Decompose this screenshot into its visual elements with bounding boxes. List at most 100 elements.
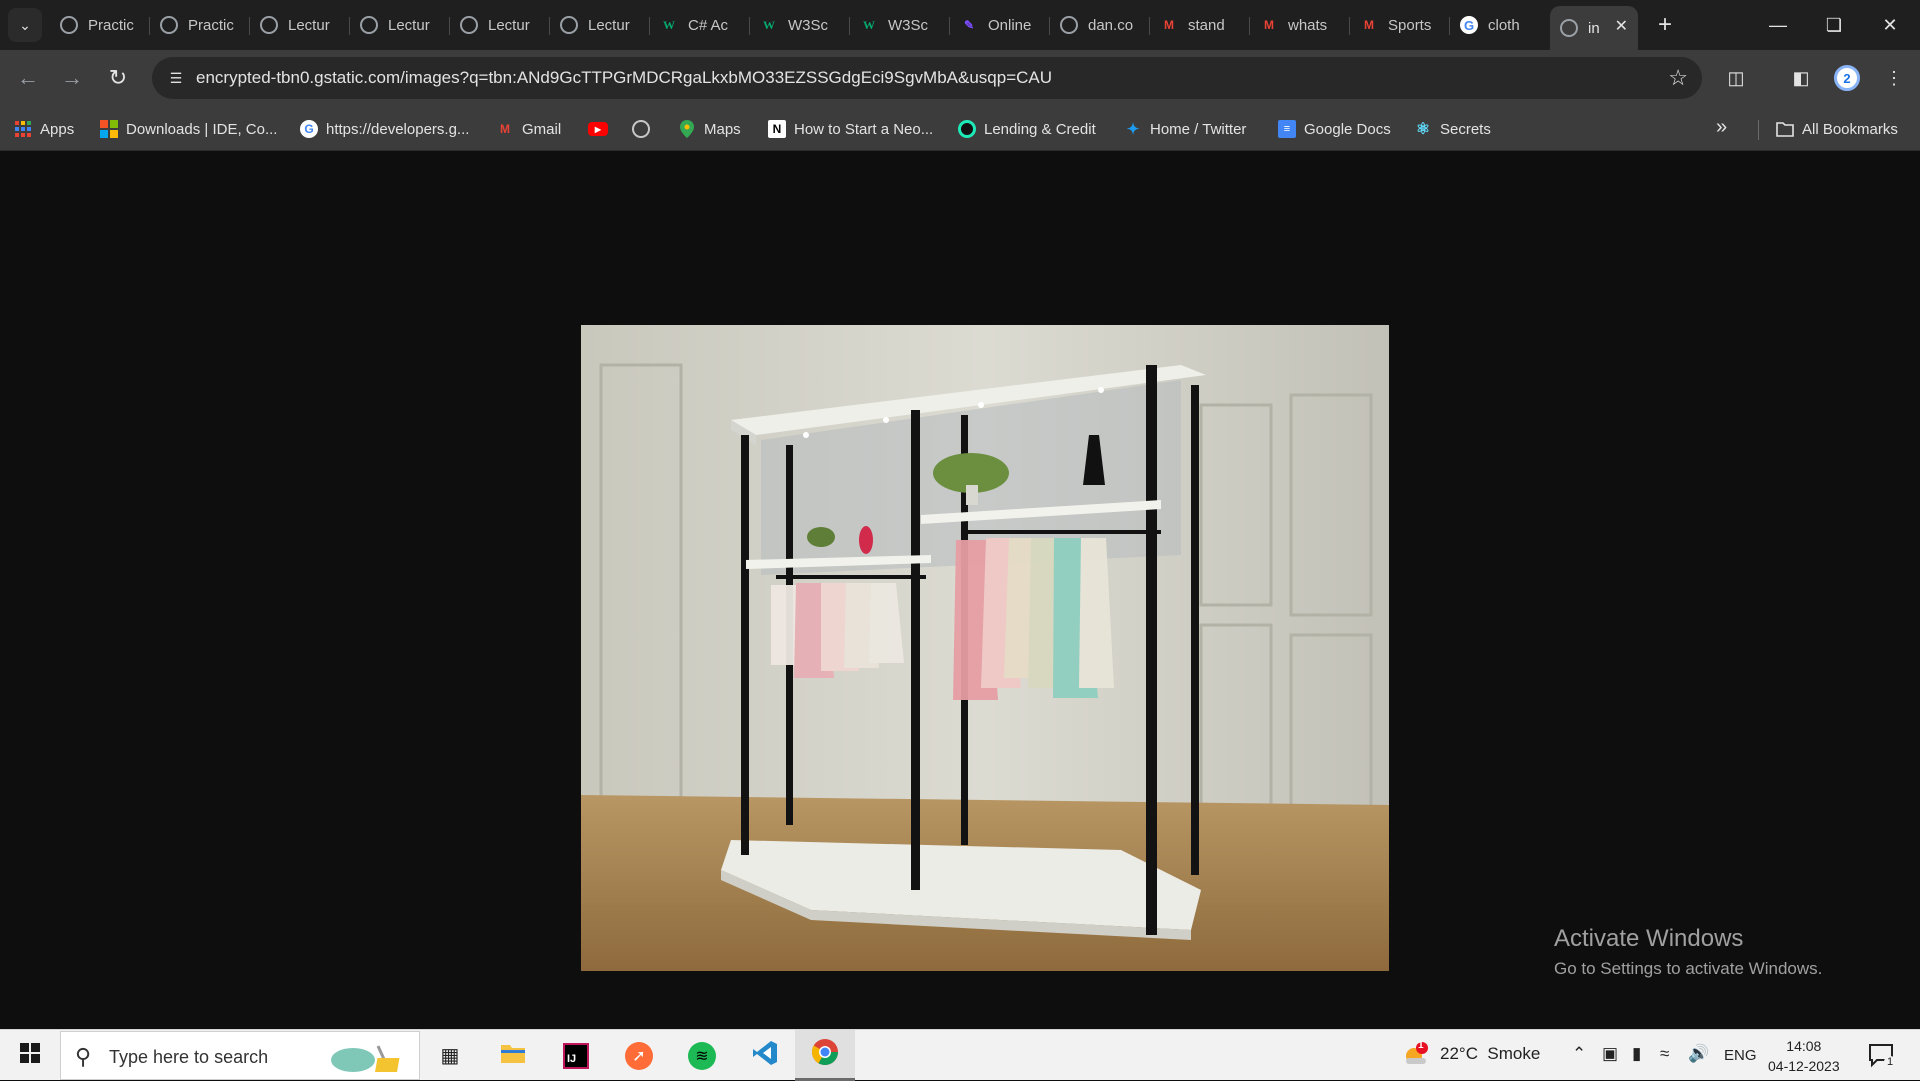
restore-button[interactable]: ❏ bbox=[1806, 0, 1862, 50]
close-tab-icon[interactable]: ✕ bbox=[1615, 16, 1628, 36]
tab-title: whats bbox=[1288, 16, 1328, 34]
postman-icon: ➚ bbox=[625, 1041, 653, 1070]
clock-date: 04-12-2023 bbox=[1768, 1058, 1840, 1074]
tab[interactable]: ✎ Online bbox=[950, 6, 1050, 44]
tab[interactable]: W C# Ac bbox=[650, 6, 750, 44]
folder-icon bbox=[500, 1042, 526, 1069]
tab[interactable]: M stand bbox=[1150, 6, 1250, 44]
intellij-button[interactable]: IJ bbox=[546, 1030, 606, 1081]
windows-start-icon bbox=[20, 1043, 40, 1068]
new-tab-button[interactable]: + bbox=[1648, 8, 1682, 42]
language-indicator[interactable]: ENG bbox=[1724, 1047, 1757, 1064]
forward-button[interactable]: → bbox=[54, 60, 90, 96]
all-bookmarks-button[interactable]: All Bookmarks bbox=[1776, 116, 1898, 142]
tab[interactable]: Practic bbox=[150, 6, 250, 44]
reload-button[interactable]: ↻ bbox=[100, 60, 136, 96]
weather-text[interactable]: 22°C Smoke bbox=[1440, 1044, 1540, 1064]
watermark-title: Activate Windows bbox=[1554, 925, 1744, 952]
bookmark-label: Maps bbox=[704, 120, 741, 138]
bookmark-lending[interactable]: Lending & Credit bbox=[958, 116, 1096, 142]
bookmark-apps[interactable]: Apps bbox=[14, 116, 74, 142]
clock[interactable]: 14:08 04-12-2023 bbox=[1768, 1036, 1840, 1076]
address-bar[interactable]: ☰ encrypted-tbn0.gstatic.com/images?q=tb… bbox=[152, 57, 1702, 99]
bookmark-youtube[interactable]: ▶ bbox=[588, 116, 616, 142]
docs-icon: ≡ bbox=[1278, 120, 1296, 138]
bookmarks-divider bbox=[1758, 120, 1759, 140]
bookmark-downloads[interactable]: Downloads | IDE, Co... bbox=[100, 116, 277, 142]
bookmark-gmail[interactable]: M Gmail bbox=[496, 116, 561, 142]
bookmark-notion[interactable]: N How to Start a Neo... bbox=[768, 116, 933, 142]
tab[interactable]: Lectur bbox=[450, 6, 550, 44]
tab[interactable]: M whats bbox=[1250, 6, 1350, 44]
tab[interactable]: Practic bbox=[50, 6, 150, 44]
close-window-button[interactable]: ✕ bbox=[1862, 0, 1918, 50]
tab[interactable]: M Sports bbox=[1350, 6, 1450, 44]
clothing-rack-image[interactable] bbox=[581, 325, 1389, 971]
bookmark-maps[interactable]: Maps bbox=[678, 116, 741, 142]
bookmark-twitter[interactable]: ✦ Home / Twitter bbox=[1124, 116, 1247, 142]
weather-badge: 1 bbox=[1418, 1040, 1424, 1051]
file-explorer-button[interactable] bbox=[483, 1030, 543, 1081]
tab[interactable]: G cloth bbox=[1450, 6, 1550, 44]
minimize-button[interactable]: — bbox=[1750, 0, 1806, 50]
globe-icon bbox=[632, 120, 650, 138]
profile-avatar[interactable]: 2 bbox=[1834, 65, 1860, 91]
task-view-button[interactable]: ▦ bbox=[420, 1030, 480, 1081]
globe-icon bbox=[360, 16, 378, 34]
vscode-button[interactable] bbox=[735, 1030, 795, 1081]
tab[interactable]: Lectur bbox=[350, 6, 450, 44]
site-info-button[interactable]: ☰ bbox=[162, 64, 190, 92]
tab-strip: ⌄ Practic Practic Lectur Lectur Lectur L… bbox=[0, 0, 1920, 50]
taskbar-search-input[interactable]: ⚲ Type here to search bbox=[60, 1031, 420, 1080]
postman-button[interactable]: ➚ bbox=[609, 1030, 669, 1081]
notification-center-icon[interactable]: 1 bbox=[1868, 1042, 1897, 1073]
search-highlight-bowl-icon bbox=[323, 1038, 413, 1081]
tab[interactable]: dan.co bbox=[1050, 6, 1150, 44]
battery-icon[interactable]: ▮ bbox=[1632, 1044, 1641, 1064]
bookmark-label: How to Start a Neo... bbox=[794, 120, 934, 138]
spotify-button[interactable]: ≋ bbox=[672, 1030, 732, 1081]
tab-title: Lectur bbox=[488, 16, 530, 34]
bookmark-developers[interactable]: G https://developers.g... bbox=[300, 116, 469, 142]
tab-active[interactable]: in ✕ bbox=[1550, 6, 1638, 50]
tab[interactable]: Lectur bbox=[550, 6, 650, 44]
task-view-icon: ▦ bbox=[440, 1045, 460, 1067]
search-icon: ⚲ bbox=[75, 1044, 92, 1069]
bookmark-google-docs[interactable]: ≡ Google Docs bbox=[1278, 116, 1391, 142]
tab-title: Online bbox=[988, 16, 1032, 34]
url-text[interactable]: encrypted-tbn0.gstatic.com/images?q=tbn:… bbox=[196, 68, 1052, 88]
extensions-button[interactable]: ◫ bbox=[1720, 62, 1752, 94]
reload-icon: ↻ bbox=[108, 65, 128, 90]
chevron-down-icon: ⌄ bbox=[19, 16, 31, 33]
more-bookmarks-chevron-icon[interactable]: » bbox=[1716, 116, 1727, 139]
tab-title: Practic bbox=[188, 16, 234, 34]
globe-icon bbox=[160, 16, 178, 34]
bookmark-secrets[interactable]: ⚛ Secrets bbox=[1414, 116, 1491, 142]
camera-icon[interactable]: ▣ bbox=[1602, 1044, 1618, 1064]
start-button[interactable] bbox=[0, 1030, 60, 1081]
globe-icon bbox=[560, 16, 578, 34]
tab[interactable]: W W3Sc bbox=[750, 6, 850, 44]
volume-icon[interactable]: 🔊 bbox=[1688, 1044, 1709, 1064]
tab-search-button[interactable]: ⌄ bbox=[8, 8, 42, 42]
bookmark-globe[interactable] bbox=[632, 116, 658, 142]
bookmark-star-icon[interactable]: ☆ bbox=[1668, 65, 1688, 91]
apps-grid-icon bbox=[14, 120, 32, 138]
side-panel-button[interactable]: ◧ bbox=[1785, 62, 1817, 94]
windows-taskbar: ⚲ Type here to search ▦ IJ ➚ ≋ 1 22°C Sm… bbox=[0, 1029, 1920, 1081]
weather-icon[interactable]: 1 bbox=[1402, 1040, 1430, 1073]
maps-pin-icon bbox=[678, 120, 696, 138]
show-hidden-icons-chevron-icon[interactable]: ⌃ bbox=[1572, 1044, 1586, 1064]
wifi-icon[interactable]: ≈ bbox=[1660, 1044, 1669, 1064]
tab[interactable]: Lectur bbox=[250, 6, 350, 44]
menu-button[interactable]: ⋮ bbox=[1878, 62, 1910, 94]
bookmark-label: Google Docs bbox=[1304, 120, 1391, 138]
back-button[interactable]: ← bbox=[10, 60, 46, 96]
globe-icon bbox=[1060, 16, 1078, 34]
tab[interactable]: W W3Sc bbox=[850, 6, 950, 44]
twitter-icon: ✦ bbox=[1126, 121, 1140, 138]
bookmark-label: Home / Twitter bbox=[1150, 120, 1247, 138]
chrome-button[interactable] bbox=[795, 1030, 855, 1081]
minimize-icon: — bbox=[1769, 14, 1787, 35]
page-content: Activate Windows Go to Settings to activ… bbox=[0, 151, 1920, 1029]
